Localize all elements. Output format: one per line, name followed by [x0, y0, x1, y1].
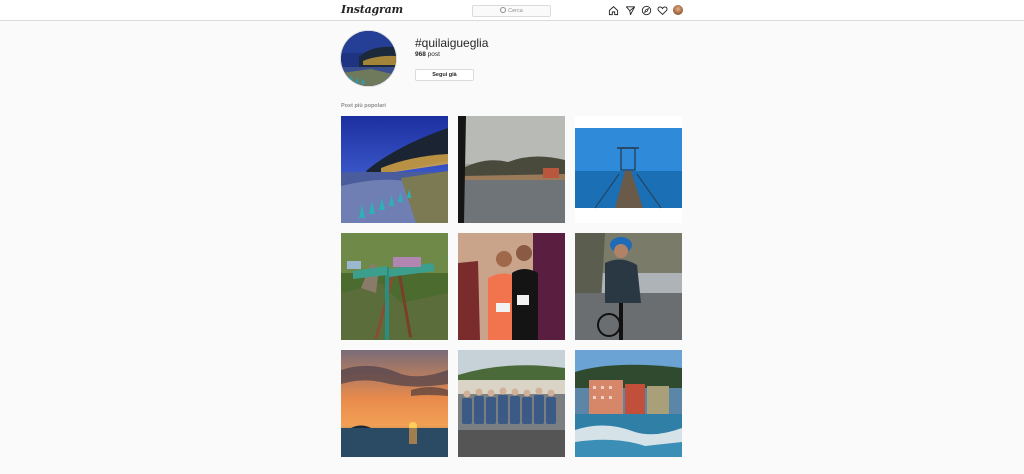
instagram-logo[interactable]: Instagram	[341, 3, 403, 16]
avatar[interactable]	[673, 5, 683, 15]
follow-button[interactable]: Segui già	[415, 69, 474, 81]
post-tile[interactable]	[575, 116, 682, 223]
post-tile[interactable]	[341, 233, 448, 340]
section-title: Post più popolari	[341, 103, 386, 109]
post-tile[interactable]	[458, 116, 565, 223]
direct-icon[interactable]	[625, 5, 636, 16]
search-icon	[500, 7, 507, 13]
post-tile[interactable]	[458, 233, 565, 340]
search-input[interactable]: Cerca	[472, 5, 551, 17]
page-title: #quilaigueglia	[415, 36, 489, 50]
hashtag-profile-image	[341, 31, 396, 86]
post-tile[interactable]	[341, 350, 448, 457]
post-count-number: 968	[415, 51, 426, 58]
post-count-label: post	[427, 51, 440, 58]
explore-icon[interactable]	[641, 5, 652, 16]
heart-icon[interactable]	[657, 5, 668, 16]
post-tile[interactable]	[341, 116, 448, 223]
top-nav-bar: Instagram Cerca	[0, 0, 1024, 21]
post-count: 968 post	[415, 51, 440, 58]
post-tile[interactable]	[575, 350, 682, 457]
home-icon[interactable]	[608, 5, 619, 16]
post-tile[interactable]	[458, 350, 565, 457]
search-placeholder: Cerca	[508, 8, 523, 14]
post-tile[interactable]	[575, 233, 682, 340]
